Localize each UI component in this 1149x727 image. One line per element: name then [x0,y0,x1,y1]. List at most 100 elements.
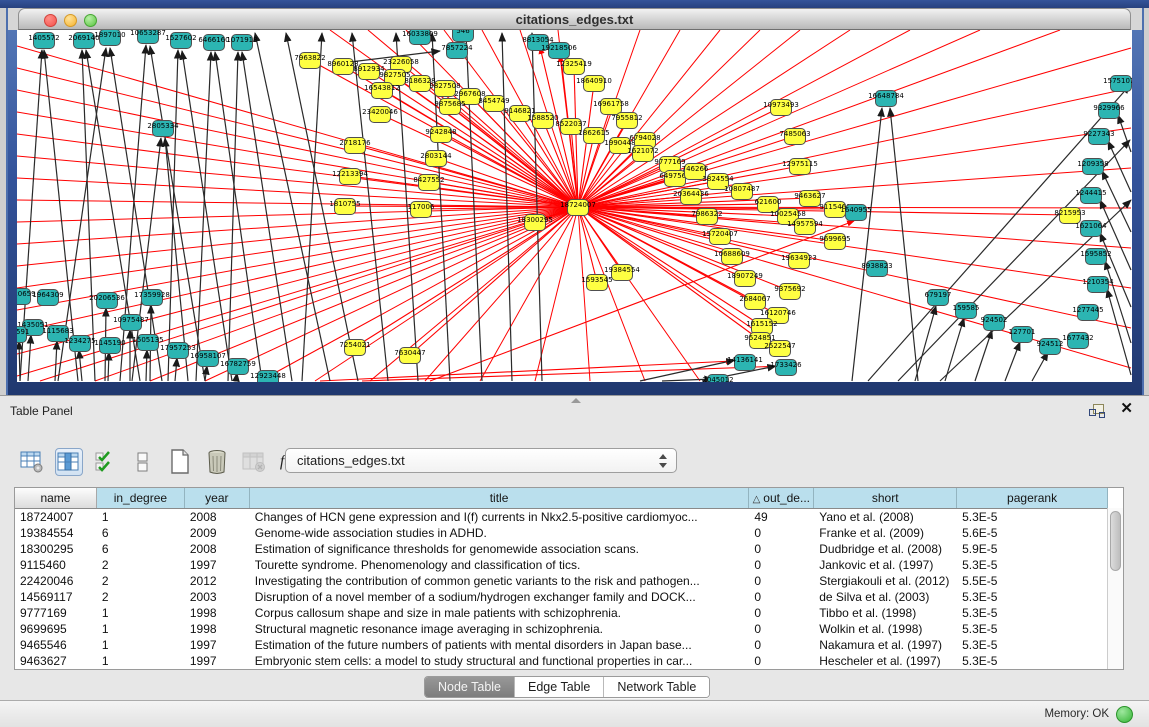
graph-node[interactable]: 1640955 [845,204,867,221]
graph-node[interactable]: 1244415 [1080,187,1102,204]
table-cell[interactable]: Hescheler et al. (1997) [814,653,957,669]
table-cell[interactable]: 49 [749,509,814,525]
graph-node[interactable]: 9827508 [434,80,456,97]
table-cell[interactable]: 9115460 [15,557,97,573]
graph-node[interactable]: 16543812 [371,82,393,99]
table-cell[interactable]: 0 [749,557,814,573]
tab-node-table[interactable]: Node Table [425,677,514,697]
graph-node[interactable]: 16033809 [409,30,431,45]
graph-node[interactable]: 7630447 [399,347,421,364]
table-settings-icon[interactable] [18,448,46,476]
table-cell[interactable]: Tibbo et al. (1998) [814,605,957,621]
delete-table-icon[interactable] [203,448,231,476]
table-cell[interactable]: Jankovic et al. (1997) [814,557,957,573]
graph-node[interactable]: 7955812 [616,112,638,129]
table-row[interactable]: 1872400712008Changes of HCN gene express… [15,509,1108,525]
graph-node[interactable]: 10688609 [721,248,743,265]
graph-node[interactable]: 1593545 [586,274,608,291]
table-cell[interactable]: 9777169 [15,605,97,621]
table-cell[interactable]: 5.3E-5 [957,637,1108,653]
table-row[interactable]: 969969511998Structural magnetic resonanc… [15,621,1108,637]
table-cell[interactable]: 2 [97,557,185,573]
table-cell[interactable]: 9699695 [15,621,97,637]
graph-node[interactable]: 924512 [1039,338,1061,355]
table-cell[interactable]: 6 [97,541,185,557]
close-panel-icon[interactable]: ✕ [1120,400,1133,418]
table-cell[interactable]: 1 [97,605,185,621]
table-cell[interactable]: 5.3E-5 [957,509,1108,525]
table-cell[interactable]: 1998 [185,621,250,637]
graph-node[interactable]: 12975115 [789,158,811,175]
graph-node[interactable]: 18300295 [524,214,546,231]
table-row[interactable]: 1830029562008Estimation of significance … [15,541,1108,557]
network-canvas[interactable]: 1872400779638228960128891293423226058982… [17,30,1132,382]
graph-node[interactable]: 1733426 [775,359,797,376]
graph-node[interactable]: 12923448 [257,370,279,382]
table-cell[interactable]: 5.3E-5 [957,557,1108,573]
table-cell[interactable]: Investigating the contribution of common… [250,573,750,589]
table-cell[interactable]: 5.5E-5 [957,573,1108,589]
table-cell[interactable]: 9465546 [15,637,97,653]
column-header-short[interactable]: short [814,488,957,508]
table-row[interactable]: 946554611997Estimation of the future num… [15,637,1108,653]
graph-node[interactable]: 9242848 [430,126,452,143]
graph-node[interactable]: 18640910 [583,75,605,92]
graph-node[interactable]: 679197 [927,289,949,306]
table-row[interactable]: 977716911998Corpus callosum shape and si… [15,605,1108,621]
table-cell[interactable]: 2008 [185,509,250,525]
table-cell[interactable]: 2 [97,589,185,605]
graph-node[interactable]: 2069140 [73,32,95,49]
table-cell[interactable]: 1 [97,637,185,653]
graph-node[interactable]: 1145190 [99,337,121,354]
table-cell[interactable]: Changes of HCN gene expression and I(f) … [250,509,750,525]
table-cell[interactable]: 1997 [185,557,250,573]
graph-node[interactable]: 159585 [955,302,977,319]
table-cell[interactable]: 6 [97,525,185,541]
table-cell[interactable]: 1997 [185,637,250,653]
table-cell[interactable]: 0 [749,637,814,653]
table-cell[interactable]: Franke et al. (2009) [814,525,957,541]
table-cell[interactable]: 1 [97,621,185,637]
graph-node[interactable]: 17359928 [141,289,163,306]
table-cell[interactable]: Yano et al. (2008) [814,509,957,525]
graph-node[interactable]: 1527602 [170,32,192,49]
graph-node[interactable]: 15751074 [1110,75,1132,92]
table-cell[interactable]: 2009 [185,525,250,541]
table-cell[interactable]: 22420046 [15,573,97,589]
show-columns-icon[interactable] [55,448,83,476]
table-cell[interactable]: 2012 [185,573,250,589]
graph-node[interactable]: 1277445 [1077,304,1099,321]
float-panel-icon[interactable] [1089,404,1105,418]
graph-node[interactable]: 9875685 [439,98,461,115]
table-cell[interactable]: Dudbridge et al. (2008) [814,541,957,557]
graph-node[interactable]: 1862615 [583,127,605,144]
graph-node[interactable]: 7857224 [446,42,468,59]
graph-node[interactable]: 16782759 [227,358,249,375]
graph-node[interactable]: 6466160 [203,34,225,51]
graph-node[interactable]: 2045012 [707,374,729,382]
table-cell[interactable]: 2003 [185,589,250,605]
tab-network-table[interactable]: Network Table [603,677,709,697]
table-row[interactable]: 911546021997Tourette syndrome. Phenomeno… [15,557,1108,573]
table-cell[interactable]: Embryonic stem cells: a model to study s… [250,653,750,669]
table-cell[interactable]: 1 [97,509,185,525]
graph-node[interactable]: 8186328 [409,75,431,92]
graph-node[interactable]: 1621072 [632,145,654,162]
table-cell[interactable]: 2008 [185,541,250,557]
graph-node[interactable]: 391591 [17,326,27,343]
table-cell[interactable]: 1998 [185,605,250,621]
graph-node[interactable]: 23420046 [369,106,391,123]
table-cell[interactable]: de Silva et al. (2003) [814,589,957,605]
graph-node[interactable]: 2522547 [769,340,791,357]
graph-node[interactable]: 8960128 [332,58,354,75]
table-row[interactable]: 1456911722003Disruption of a novel membe… [15,589,1108,605]
graph-node[interactable]: 10653287 [137,30,159,44]
graph-node[interactable]: 10973493 [770,99,792,116]
graph-node[interactable]: 8427552 [418,174,440,191]
graph-node[interactable]: 19634923 [788,252,810,269]
table-cell[interactable]: 0 [749,621,814,637]
table-cell[interactable]: Structural magnetic resonance image aver… [250,621,750,637]
table-cell[interactable]: 18300295 [15,541,97,557]
table-cell[interactable]: 5.9E-5 [957,541,1108,557]
table-cell[interactable]: Disruption of a novel member of a sodium… [250,589,750,605]
